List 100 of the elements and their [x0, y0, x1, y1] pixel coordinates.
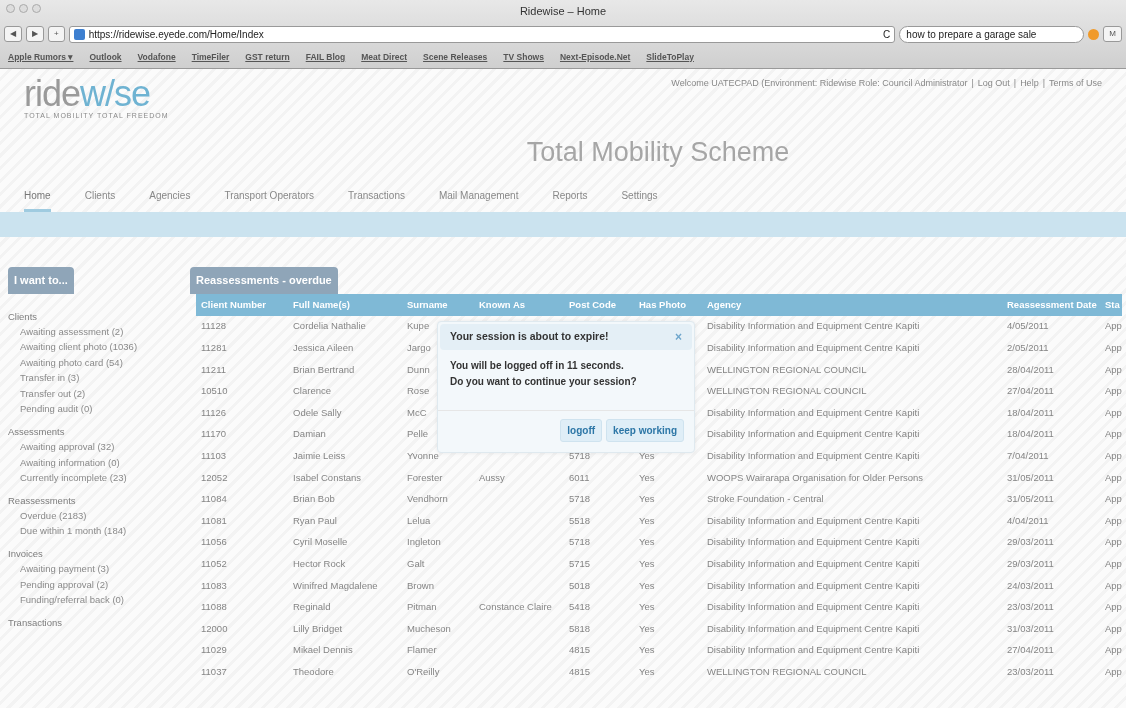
sidebar-item[interactable]: Awaiting assessment (2) [8, 323, 180, 340]
header-link[interactable]: Terms of Use [1049, 77, 1102, 122]
bookmark-link[interactable]: TimeFiler [191, 50, 230, 64]
client-number-link[interactable]: 11088 [201, 601, 227, 613]
column-header[interactable]: Agency [702, 293, 1002, 316]
table-cell: Yes [639, 644, 655, 656]
sidebar-heading[interactable]: Assessments [8, 424, 180, 439]
bookmark-link[interactable]: FAIL Blog [305, 50, 346, 64]
add-button[interactable]: + [48, 26, 65, 42]
bookmark-link[interactable]: GST return [245, 50, 290, 64]
sidebar-item[interactable]: Awaiting information (0) [8, 454, 180, 470]
sidebar-item[interactable]: Awaiting photo card (54) [8, 354, 180, 371]
forward-button[interactable]: ▶ [26, 26, 44, 42]
client-number-link[interactable]: 11211 [201, 363, 226, 375]
panel-tab[interactable]: Reassessments - overdue [190, 267, 338, 294]
bookmark-link[interactable]: Vodafone [137, 50, 176, 64]
nav-tab[interactable]: Agencies [149, 188, 191, 212]
table-cell: Reginald [293, 601, 331, 613]
nav-tab[interactable]: Transactions [348, 188, 405, 212]
header-link[interactable]: Log Out [977, 77, 1010, 122]
column-header[interactable]: Post Code [564, 293, 634, 316]
client-number-link[interactable]: 11052 [201, 557, 227, 569]
sidebar-heading[interactable]: Reassessments [8, 493, 180, 508]
nav-tab[interactable]: Transport Operators [224, 188, 315, 212]
client-number-link[interactable]: 11084 [201, 493, 227, 505]
sidebar-item[interactable]: Currently incomplete (23) [8, 470, 180, 486]
table-cell: Jaimie Leiss [293, 450, 346, 461]
client-number-link[interactable]: 11083 [201, 579, 227, 591]
column-header[interactable]: Client Number [196, 293, 288, 316]
page-title: Total Mobility Scheme [526, 136, 790, 167]
column-header[interactable]: Known As [474, 293, 564, 316]
sidebar-heading[interactable]: Clients [8, 309, 180, 324]
sidebar-item[interactable]: Overdue (2183) [8, 507, 180, 524]
sidebar-item[interactable]: Pending approval (2) [8, 576, 180, 592]
nav-tab[interactable]: Mail Management [438, 188, 519, 212]
sidebar-tab[interactable]: I want to... [8, 267, 74, 294]
back-button[interactable]: ◀ [4, 26, 22, 42]
nav-tab[interactable]: Clients [84, 188, 116, 212]
table-cell: Cordelia Nathalie [293, 320, 366, 332]
client-number-link[interactable]: 12052 [201, 471, 228, 483]
table-cell: 31/05/2011 [1007, 471, 1054, 483]
table-cell: 29/03/2011 [1007, 536, 1054, 548]
table-cell: Disability Information and Equipment Centre Kapiti [707, 406, 920, 418]
client-number-link[interactable]: 11170 [201, 428, 226, 440]
search-field[interactable]: how to prepare a garage sale [899, 25, 1085, 43]
column-header[interactable]: Reassessment Date [1002, 293, 1100, 316]
column-header[interactable]: Has Photo [634, 293, 702, 316]
nav-tab[interactable]: Settings [621, 188, 658, 212]
bookmark-link[interactable]: TV Shows [503, 50, 544, 64]
table-cell: WELLINGTON REGIONAL COUNCIL [707, 665, 867, 677]
table-cell: 24/03/2011 [1007, 579, 1054, 591]
sidebar-item[interactable]: Pending audit (0) [8, 401, 180, 417]
sidebar-heading[interactable]: Transactions [8, 615, 180, 630]
sidebar-item[interactable]: Transfer out (2) [8, 385, 180, 402]
bookmark-link[interactable]: Meat Direct [361, 50, 408, 64]
bookmark-link[interactable]: Apple Rumors ▾ [8, 50, 74, 64]
bookmark-link[interactable]: Next-Episode.Net [559, 50, 631, 64]
client-number-link[interactable]: 11128 [201, 320, 226, 332]
table-cell: Theodore [293, 665, 334, 677]
bookmark-link[interactable]: Scene Releases [423, 50, 488, 64]
client-number-link[interactable]: 10510 [201, 385, 228, 397]
dialog-button[interactable]: logoff [560, 418, 603, 442]
column-header[interactable]: Surname [402, 293, 474, 316]
table-cell: App [1105, 601, 1122, 613]
dialog-button[interactable]: keep working [606, 418, 684, 442]
table-cell: O'Reilly [407, 665, 440, 677]
reload-button[interactable]: C [883, 26, 891, 42]
bookmark-link[interactable]: Outlook [89, 50, 122, 64]
client-number-link[interactable]: 11281 [201, 342, 227, 353]
nav-tab[interactable]: Reports [552, 188, 588, 212]
column-header[interactable]: Full Name(s) [288, 293, 402, 316]
dialog-message: You will be logged off in 11 seconds. [450, 358, 625, 373]
client-number-link[interactable]: 11029 [201, 644, 227, 656]
url-field[interactable]: https://ridewise.eyede.com/Home/Index C [68, 25, 896, 43]
sidebar-item[interactable]: Awaiting approval (32) [8, 439, 180, 455]
bookmark-button[interactable]: M [1103, 26, 1122, 42]
client-number-link[interactable]: 11037 [201, 665, 227, 677]
bookmark-link[interactable]: SlideToPlay [646, 50, 694, 64]
sidebar-item[interactable]: Awaiting client photo (1036) [8, 339, 180, 355]
table-cell: 5718 [569, 493, 591, 505]
table-cell: Mikael Dennis [293, 644, 353, 656]
sidebar-item[interactable]: Awaiting payment (3) [8, 561, 180, 577]
table-cell: 4/05/2011 [1007, 320, 1049, 332]
sidebar-item[interactable]: Due within 1 month (184) [8, 523, 180, 539]
client-number-link[interactable]: 11081 [201, 514, 227, 526]
sidebar-item[interactable]: Funding/referral back (0) [8, 592, 180, 608]
column-header[interactable]: Sta [1100, 293, 1122, 316]
table-cell: Brown [407, 579, 434, 591]
client-number-link[interactable]: 11056 [201, 536, 227, 548]
client-number-link[interactable]: 12000 [201, 622, 228, 634]
table-cell: Disability Information and Equipment Centre Kapiti [707, 601, 920, 613]
client-number-link[interactable]: 11103 [201, 450, 226, 461]
close-button[interactable]: × [675, 330, 682, 343]
header-link[interactable]: Help [1020, 77, 1039, 122]
table-cell: 5718 [569, 450, 591, 461]
client-number-link[interactable]: 11126 [201, 406, 226, 418]
logo: ridew/se [24, 77, 151, 111]
sidebar-item[interactable]: Transfer in (3) [8, 370, 180, 386]
separator-text: | [971, 77, 974, 90]
sidebar-heading[interactable]: Invoices [8, 546, 180, 561]
